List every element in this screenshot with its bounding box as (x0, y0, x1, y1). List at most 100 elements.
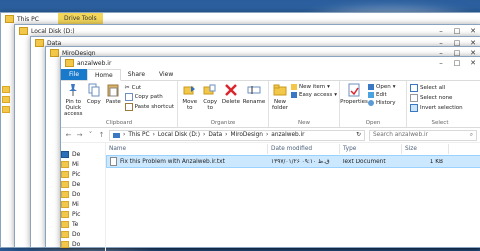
column-size[interactable]: Size (402, 144, 449, 154)
column-date-modified[interactable]: Date modified (268, 144, 340, 154)
breadcrumb-local-disk[interactable]: Local Disk (D:) (158, 132, 200, 138)
folder-icon (50, 49, 59, 57)
breadcrumb-mirodesign[interactable]: MiroDesign (231, 132, 263, 138)
folder-icon (5, 15, 14, 23)
nav-item[interactable]: De (61, 149, 105, 159)
paste-shortcut-icon (124, 103, 133, 111)
tab-home[interactable]: Home (87, 69, 121, 81)
group-label: Select (431, 120, 449, 126)
history-button[interactable]: History (368, 100, 396, 106)
pin-button[interactable]: Pin to Quick access (64, 83, 83, 117)
tab-view[interactable]: View (152, 69, 180, 80)
paste-button[interactable]: Paste (105, 83, 122, 105)
table-row[interactable]: Fix this Problem with Anzalweb.ir.txt ۱۳… (106, 155, 480, 168)
nav-item[interactable]: Do (61, 189, 105, 199)
window-title: This PC (17, 15, 39, 23)
folder-icon (61, 190, 69, 198)
nav-item[interactable]: Pic (61, 209, 105, 219)
nav-item[interactable]: Pic (61, 169, 105, 179)
paste-icon (107, 84, 119, 97)
nav-item[interactable]: Mi (61, 199, 105, 209)
invert-selection-icon (410, 104, 418, 112)
address-bar-row: ← → ˅ ↑ › This PC › Local Disk (D:) › Da… (61, 128, 480, 143)
folder-icon (61, 240, 69, 248)
move-to-icon (183, 86, 195, 95)
paste-shortcut-button[interactable]: Paste shortcut (124, 103, 174, 111)
folder-icon (65, 59, 74, 67)
address-bar[interactable]: › This PC › Local Disk (D:) › Data › Mir… (109, 129, 365, 141)
new-folder-button[interactable]: New folder (272, 83, 288, 111)
select-none-icon (410, 94, 418, 102)
folder-icon (35, 39, 44, 47)
breadcrumb-data[interactable]: Data (208, 132, 222, 138)
easy-access-button[interactable]: Easy access ▾ (290, 92, 337, 98)
rename-button[interactable]: Rename (243, 83, 265, 105)
properties-button[interactable]: Properties (340, 83, 368, 105)
group-clipboard: Pin to Quick access Copy Paste ✂ Cut Copy… (61, 81, 178, 127)
back-arrow-icon[interactable]: ← (65, 131, 72, 139)
invert-selection-button[interactable]: Invert selection (410, 104, 463, 112)
move-to-button[interactable]: Move to (181, 83, 198, 111)
column-name[interactable]: Name (106, 144, 268, 154)
refresh-icon[interactable]: ↻ (356, 132, 361, 138)
new-item-button[interactable]: New item ▾ (290, 84, 337, 90)
folder-icon (2, 95, 10, 103)
folder-icon (61, 220, 69, 228)
folder-icon (61, 160, 69, 168)
delete-button[interactable]: Delete (222, 83, 240, 105)
edit-icon (368, 92, 374, 98)
up-arrow-icon[interactable]: ↑ (98, 131, 105, 139)
chevron-down-icon: ▾ (327, 84, 330, 90)
maximize-button[interactable]: □ (449, 57, 465, 69)
breadcrumb-this-pc[interactable]: This PC (128, 132, 149, 138)
file-type: Text Document (342, 158, 386, 165)
file-name: Fix this Problem with Anzalweb.ir.txt (120, 158, 225, 165)
computer-icon (113, 132, 120, 138)
nav-item[interactable]: Te (61, 219, 105, 229)
folder-icon (61, 230, 69, 238)
text-file-icon (110, 157, 117, 166)
edit-button[interactable]: Edit (368, 92, 396, 98)
cut-button[interactable]: ✂ Cut (125, 84, 174, 91)
forward-arrow-icon[interactable]: → (76, 131, 83, 139)
folder-icon (61, 180, 69, 188)
copy-to-button[interactable]: Copy to (201, 83, 218, 111)
file-size: 1 KB (429, 158, 443, 165)
select-all-button[interactable]: Select all (410, 84, 463, 92)
group-label: Open (365, 120, 381, 126)
folder-icon (61, 200, 69, 208)
copy-to-icon (203, 84, 216, 95)
history-icon (368, 100, 374, 106)
open-button[interactable]: Open ▾ (368, 84, 396, 90)
select-none-button[interactable]: Select none (410, 94, 463, 102)
chevron-down-icon[interactable]: ˅ (87, 131, 94, 139)
navigation-pane: De Mi Pic De Do Mi Pic Te Do Do (61, 143, 106, 251)
minimize-button[interactable]: – (433, 57, 449, 69)
tab-file[interactable]: File (61, 69, 87, 80)
group-organize: Move to Copy to Delete Rename Organize (178, 81, 269, 127)
explorer-window[interactable]: anzalweb.ir – □ ✕ File Home Share View P… (60, 56, 480, 251)
copy-path-button[interactable]: Copy path (124, 93, 174, 101)
folder-icon (2, 85, 10, 93)
breadcrumb-sep: › (152, 132, 155, 138)
copy-button[interactable]: Copy (86, 83, 103, 105)
file-date: ۱۳۹۷/۰۱/۲۶ ق.ظ ۰۹:۱۰ (271, 158, 330, 165)
nav-item[interactable]: Do (61, 229, 105, 239)
window-title: Local Disk (D:) (31, 27, 75, 35)
breadcrumb-sep: › (123, 132, 126, 138)
breadcrumb-anzalweb[interactable]: anzalweb.ir (271, 132, 304, 138)
column-type[interactable]: Type (340, 144, 402, 154)
nav-item[interactable]: De (61, 179, 105, 189)
window-title: anzalweb.ir (77, 59, 112, 67)
close-button[interactable]: ✕ (465, 57, 480, 69)
group-open: Properties Open ▾ Edit History Open (340, 81, 407, 127)
nav-item[interactable]: Mi (61, 159, 105, 169)
rename-icon (247, 86, 261, 94)
nav-item[interactable]: Do (61, 239, 105, 249)
search-input[interactable]: Search anzalweb.ir ⌕ (369, 129, 477, 141)
breadcrumb-sep: › (225, 132, 228, 138)
tab-share[interactable]: Share (121, 69, 152, 80)
pin-icon (69, 84, 78, 96)
easy-access-icon (290, 92, 297, 98)
column-headers: Name Date modified Type Size (106, 143, 480, 155)
